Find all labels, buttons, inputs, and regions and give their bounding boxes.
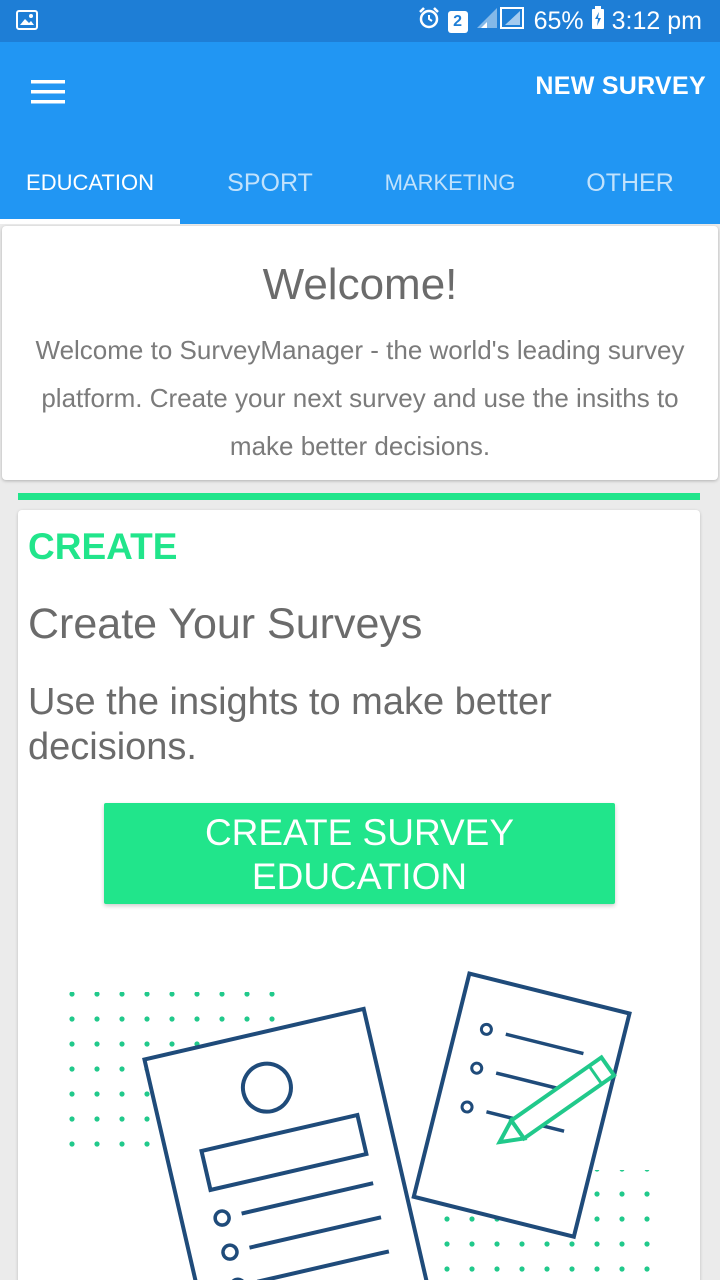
alarm-icon (417, 6, 441, 37)
create-survey-button-line1: CREATE SURVEY (204, 812, 515, 853)
tab-other[interactable]: OTHER (540, 154, 720, 224)
app-bar: NEW SURVEY EDUCATION SPORT MARKETING OTH… (0, 42, 720, 224)
category-tabs: EDUCATION SPORT MARKETING OTHER (0, 154, 720, 224)
welcome-title: Welcome! (262, 260, 458, 309)
create-heading: Create Your Surveys (28, 600, 423, 648)
sim-badge: 2 (447, 10, 468, 33)
survey-illustration (68, 971, 658, 1280)
tab-marketing[interactable]: MARKETING (360, 154, 540, 224)
battery-percent: 65% (533, 7, 584, 35)
create-survey-button-line2: EDUCATION (251, 856, 468, 897)
create-card: CREATE Create Your Surveys Use the insig… (18, 510, 700, 1280)
clock: 3:12 pm (611, 7, 702, 35)
welcome-card: Welcome! Welcome to SurveyManager - the … (2, 226, 718, 480)
battery-icon (591, 6, 605, 37)
tab-education[interactable]: EDUCATION (0, 154, 180, 224)
divider-bar (18, 493, 700, 500)
status-bar: 2 65% 3:12 pm (0, 0, 720, 42)
menu-button[interactable] (18, 64, 78, 120)
tab-sport[interactable]: SPORT (180, 154, 360, 224)
create-survey-button[interactable]: CREATE SURVEY EDUCATION (104, 803, 615, 904)
menu-icon (31, 80, 65, 104)
new-survey-button[interactable]: NEW SURVEY (535, 72, 706, 101)
create-description: Use the insights to make better decision… (28, 681, 552, 768)
image-icon (16, 9, 38, 36)
welcome-text: Welcome to SurveyManager - the world's l… (35, 335, 685, 461)
signal-icon (475, 6, 527, 37)
create-label: CREATE (28, 526, 178, 567)
